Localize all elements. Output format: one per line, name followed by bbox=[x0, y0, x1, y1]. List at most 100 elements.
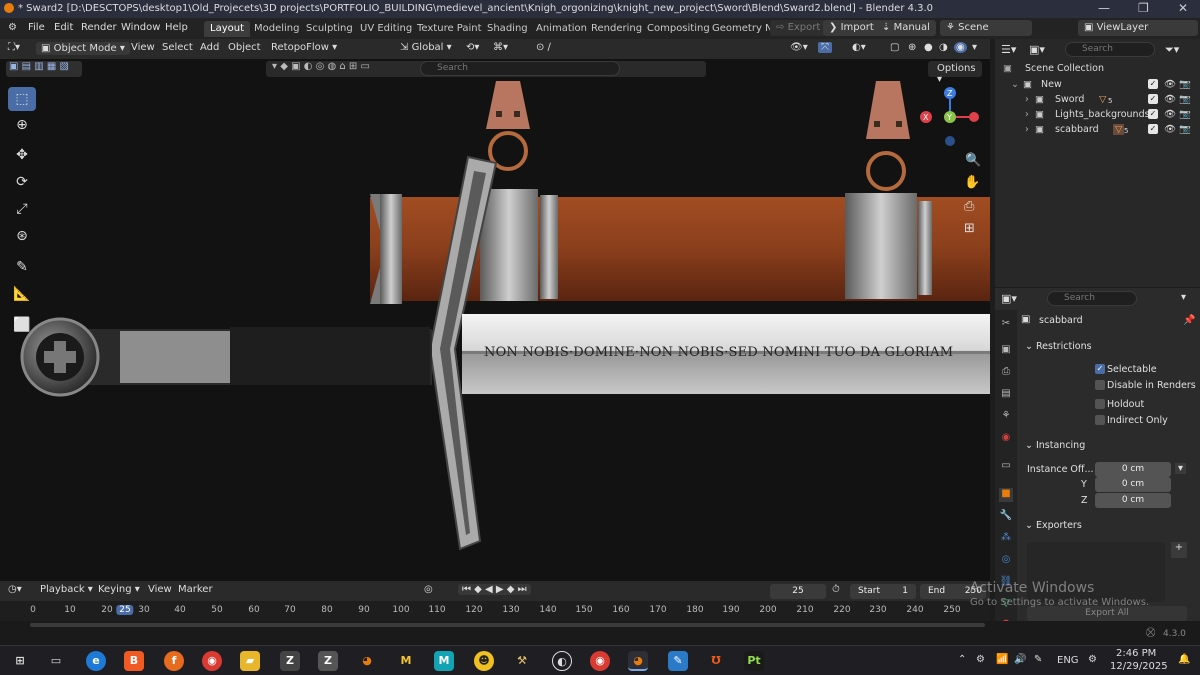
object-tab-icon[interactable]: ■ bbox=[999, 488, 1013, 502]
render-tab-icon[interactable]: ▣ bbox=[999, 344, 1013, 358]
filter-icon[interactable]: ⏷▾ bbox=[1165, 43, 1179, 57]
gizmo-toggle-icon[interactable]: ⤧ bbox=[818, 42, 832, 53]
zoom-icon[interactable]: 🔍 bbox=[965, 153, 981, 168]
export-all-button[interactable]: Export All bbox=[1027, 606, 1187, 621]
tab-uv-editing[interactable]: UV Editing bbox=[354, 21, 418, 37]
disable-in-renders-checkbox[interactable] bbox=[1095, 380, 1105, 390]
substance-painter-icon[interactable]: Pt bbox=[744, 651, 764, 671]
windows-start-icon[interactable]: ⊞ bbox=[10, 651, 30, 671]
language-indicator[interactable]: ENG bbox=[1057, 655, 1079, 666]
render-camera-icon[interactable]: 📷 bbox=[1179, 79, 1191, 90]
firefox-icon[interactable]: f bbox=[164, 651, 184, 671]
xray-icon[interactable]: ▢ bbox=[890, 42, 899, 53]
playback-controls[interactable]: ⏮ ◆ ◀ ▶ ◆ ⏭ bbox=[458, 584, 531, 595]
menu-select[interactable]: Select bbox=[162, 42, 193, 53]
export-button[interactable]: ⇨ Export bbox=[770, 20, 827, 36]
menu-file[interactable]: File bbox=[28, 22, 45, 33]
menu-render[interactable]: Render bbox=[81, 22, 117, 33]
add-exporter-button[interactable]: + bbox=[1171, 542, 1187, 558]
visibility-eye-icon[interactable]: 👁 bbox=[1164, 109, 1176, 120]
collection-tab-icon[interactable]: ▭ bbox=[999, 460, 1013, 474]
pin-icon[interactable]: 📌 bbox=[1183, 315, 1195, 326]
expand-arrow-icon[interactable]: › bbox=[1025, 124, 1029, 135]
tool-cursor-icon[interactable]: ⊕ bbox=[8, 113, 36, 137]
outliner-editor-icon[interactable]: ☰▾ bbox=[1001, 43, 1016, 56]
obs-icon[interactable]: ◐ bbox=[552, 651, 572, 671]
tree-item-lights-backgrounds[interactable]: › ▣ Lights_backgrounds ✓ 👁 📷 bbox=[995, 107, 1200, 122]
properties-options-icon[interactable]: ▾ bbox=[1181, 292, 1186, 303]
instancing-panel-header[interactable]: ⌄ Instancing bbox=[1025, 440, 1085, 451]
exclude-checkbox[interactable]: ✓ bbox=[1148, 124, 1158, 134]
scene-collection-row[interactable]: ▣ Scene Collection bbox=[995, 61, 1200, 76]
render-camera-icon[interactable]: 📷 bbox=[1179, 94, 1191, 105]
tray-wifi-icon[interactable]: 📶 bbox=[996, 654, 1008, 665]
marker-menu[interactable]: Marker bbox=[178, 584, 213, 595]
instance-offset-y-field[interactable]: 0 cm bbox=[1095, 477, 1171, 492]
select-mode-buttons[interactable]: ▣ ▤ ▥ ▦ ▧ bbox=[6, 61, 82, 77]
rendered-shading-icon[interactable]: ◉ bbox=[954, 42, 967, 53]
tab-shading[interactable]: Shading bbox=[481, 21, 534, 37]
orientation-dropdown[interactable]: ⇲ Global ▾ bbox=[400, 42, 452, 53]
instance-offset-z-field[interactable]: 0 cm bbox=[1095, 493, 1171, 508]
overlay-toggle-icon[interactable]: ◐▾ bbox=[852, 42, 866, 53]
modifier-tab-icon[interactable]: 🔧 bbox=[999, 510, 1013, 524]
tool-rotate-icon[interactable]: ⟳ bbox=[8, 170, 36, 194]
tool-measure-icon[interactable]: 📐 bbox=[8, 282, 36, 306]
current-frame-marker[interactable]: 25 bbox=[116, 605, 134, 615]
output-tab-icon[interactable]: ⎙ bbox=[999, 366, 1013, 380]
manual-button[interactable]: ⇣ Manual bbox=[876, 20, 936, 36]
playback-menu[interactable]: Playback ▾ bbox=[40, 584, 93, 595]
tool-scale-icon[interactable]: ⤢ bbox=[8, 197, 36, 221]
visibility-eye-icon[interactable]: 👁 bbox=[1164, 124, 1176, 135]
tab-texture-paint[interactable]: Texture Paint bbox=[411, 21, 488, 37]
tab-layout[interactable]: Layout bbox=[204, 21, 250, 37]
particles-tab-icon[interactable]: ⁂ bbox=[999, 532, 1013, 546]
outliner-display-icon[interactable]: ▣▾ bbox=[1029, 43, 1045, 56]
minimize-button[interactable]: — bbox=[1098, 1, 1110, 15]
retopoflow-menu[interactable]: RetopoFlow ▾ bbox=[271, 42, 337, 53]
navigation-gizmo[interactable]: Z X Y bbox=[918, 85, 982, 149]
tray-network-icon[interactable]: ⚙ bbox=[976, 654, 985, 665]
app-icon[interactable]: ☻ bbox=[474, 651, 494, 671]
view-layer-selector[interactable]: ▣ ViewLayer bbox=[1078, 20, 1198, 36]
tool-transform-icon[interactable]: ⊛ bbox=[8, 224, 36, 248]
auto-key-icon[interactable]: ◎ bbox=[424, 584, 433, 595]
menu-help[interactable]: Help bbox=[165, 22, 188, 33]
edge-browser-icon[interactable]: e bbox=[86, 651, 106, 671]
render-camera-icon[interactable]: 📷 bbox=[1179, 124, 1191, 135]
material-shading-icon[interactable]: ◑ bbox=[939, 42, 948, 53]
exclude-checkbox[interactable]: ✓ bbox=[1148, 79, 1158, 89]
tab-modeling[interactable]: Modeling bbox=[248, 21, 306, 37]
wireframe-shading-icon[interactable]: ⊕ bbox=[908, 42, 916, 53]
preview-range-icon[interactable]: ⏱ bbox=[832, 584, 840, 595]
indirect-only-checkbox[interactable] bbox=[1095, 415, 1105, 425]
exclude-checkbox[interactable]: ✓ bbox=[1148, 94, 1158, 104]
menu-window[interactable]: Window bbox=[121, 22, 160, 33]
timeline-view-menu[interactable]: View bbox=[148, 584, 172, 595]
chrome-icon[interactable]: ◉ bbox=[202, 651, 222, 671]
tray-volume-icon[interactable]: 🔊 bbox=[1014, 654, 1026, 665]
physics-tab-icon[interactable]: ◎ bbox=[999, 554, 1013, 568]
view-layer-tab-icon[interactable]: ▤ bbox=[999, 388, 1013, 402]
visibility-icon[interactable]: 👁▾ bbox=[790, 42, 808, 53]
viewport-search-input[interactable]: Search bbox=[420, 61, 620, 76]
scene-tab-icon[interactable]: ⚘ bbox=[999, 410, 1013, 424]
visibility-eye-icon[interactable]: 👁 bbox=[1164, 79, 1176, 90]
camera-icon[interactable]: ⎙ bbox=[964, 199, 974, 214]
instance-offset-x-field[interactable]: 0 cm bbox=[1095, 462, 1171, 477]
timeline-editor-icon[interactable]: ◷▾ bbox=[8, 584, 22, 595]
tree-item-scabbard[interactable]: › ▣ scabbard ▽ 5 ✓ 👁 📷 bbox=[995, 122, 1200, 137]
exclude-checkbox[interactable]: ✓ bbox=[1148, 109, 1158, 119]
menu-object[interactable]: Object bbox=[228, 42, 261, 53]
snap-icon[interactable]: ⌘▾ bbox=[493, 42, 508, 53]
properties-search-input[interactable]: Search bbox=[1047, 291, 1137, 306]
tree-item-sword[interactable]: › ▣ Sword ▽ 5 ✓ 👁 📷 bbox=[995, 92, 1200, 107]
close-button[interactable]: ✕ bbox=[1178, 1, 1188, 15]
tree-item-new[interactable]: ⌄ ▣ New ✓ 👁 📷 bbox=[995, 77, 1200, 92]
object-mode-dropdown[interactable]: ▣ Object Mode ▾ bbox=[36, 42, 130, 55]
blender-active-icon[interactable]: ◕ bbox=[628, 651, 648, 671]
task-view-icon[interactable]: ▭ bbox=[46, 651, 66, 671]
tray-settings-icon[interactable]: ⚙ bbox=[1088, 654, 1097, 665]
brave-browser-icon[interactable]: B bbox=[124, 651, 144, 671]
tab-rendering[interactable]: Rendering bbox=[585, 21, 648, 37]
